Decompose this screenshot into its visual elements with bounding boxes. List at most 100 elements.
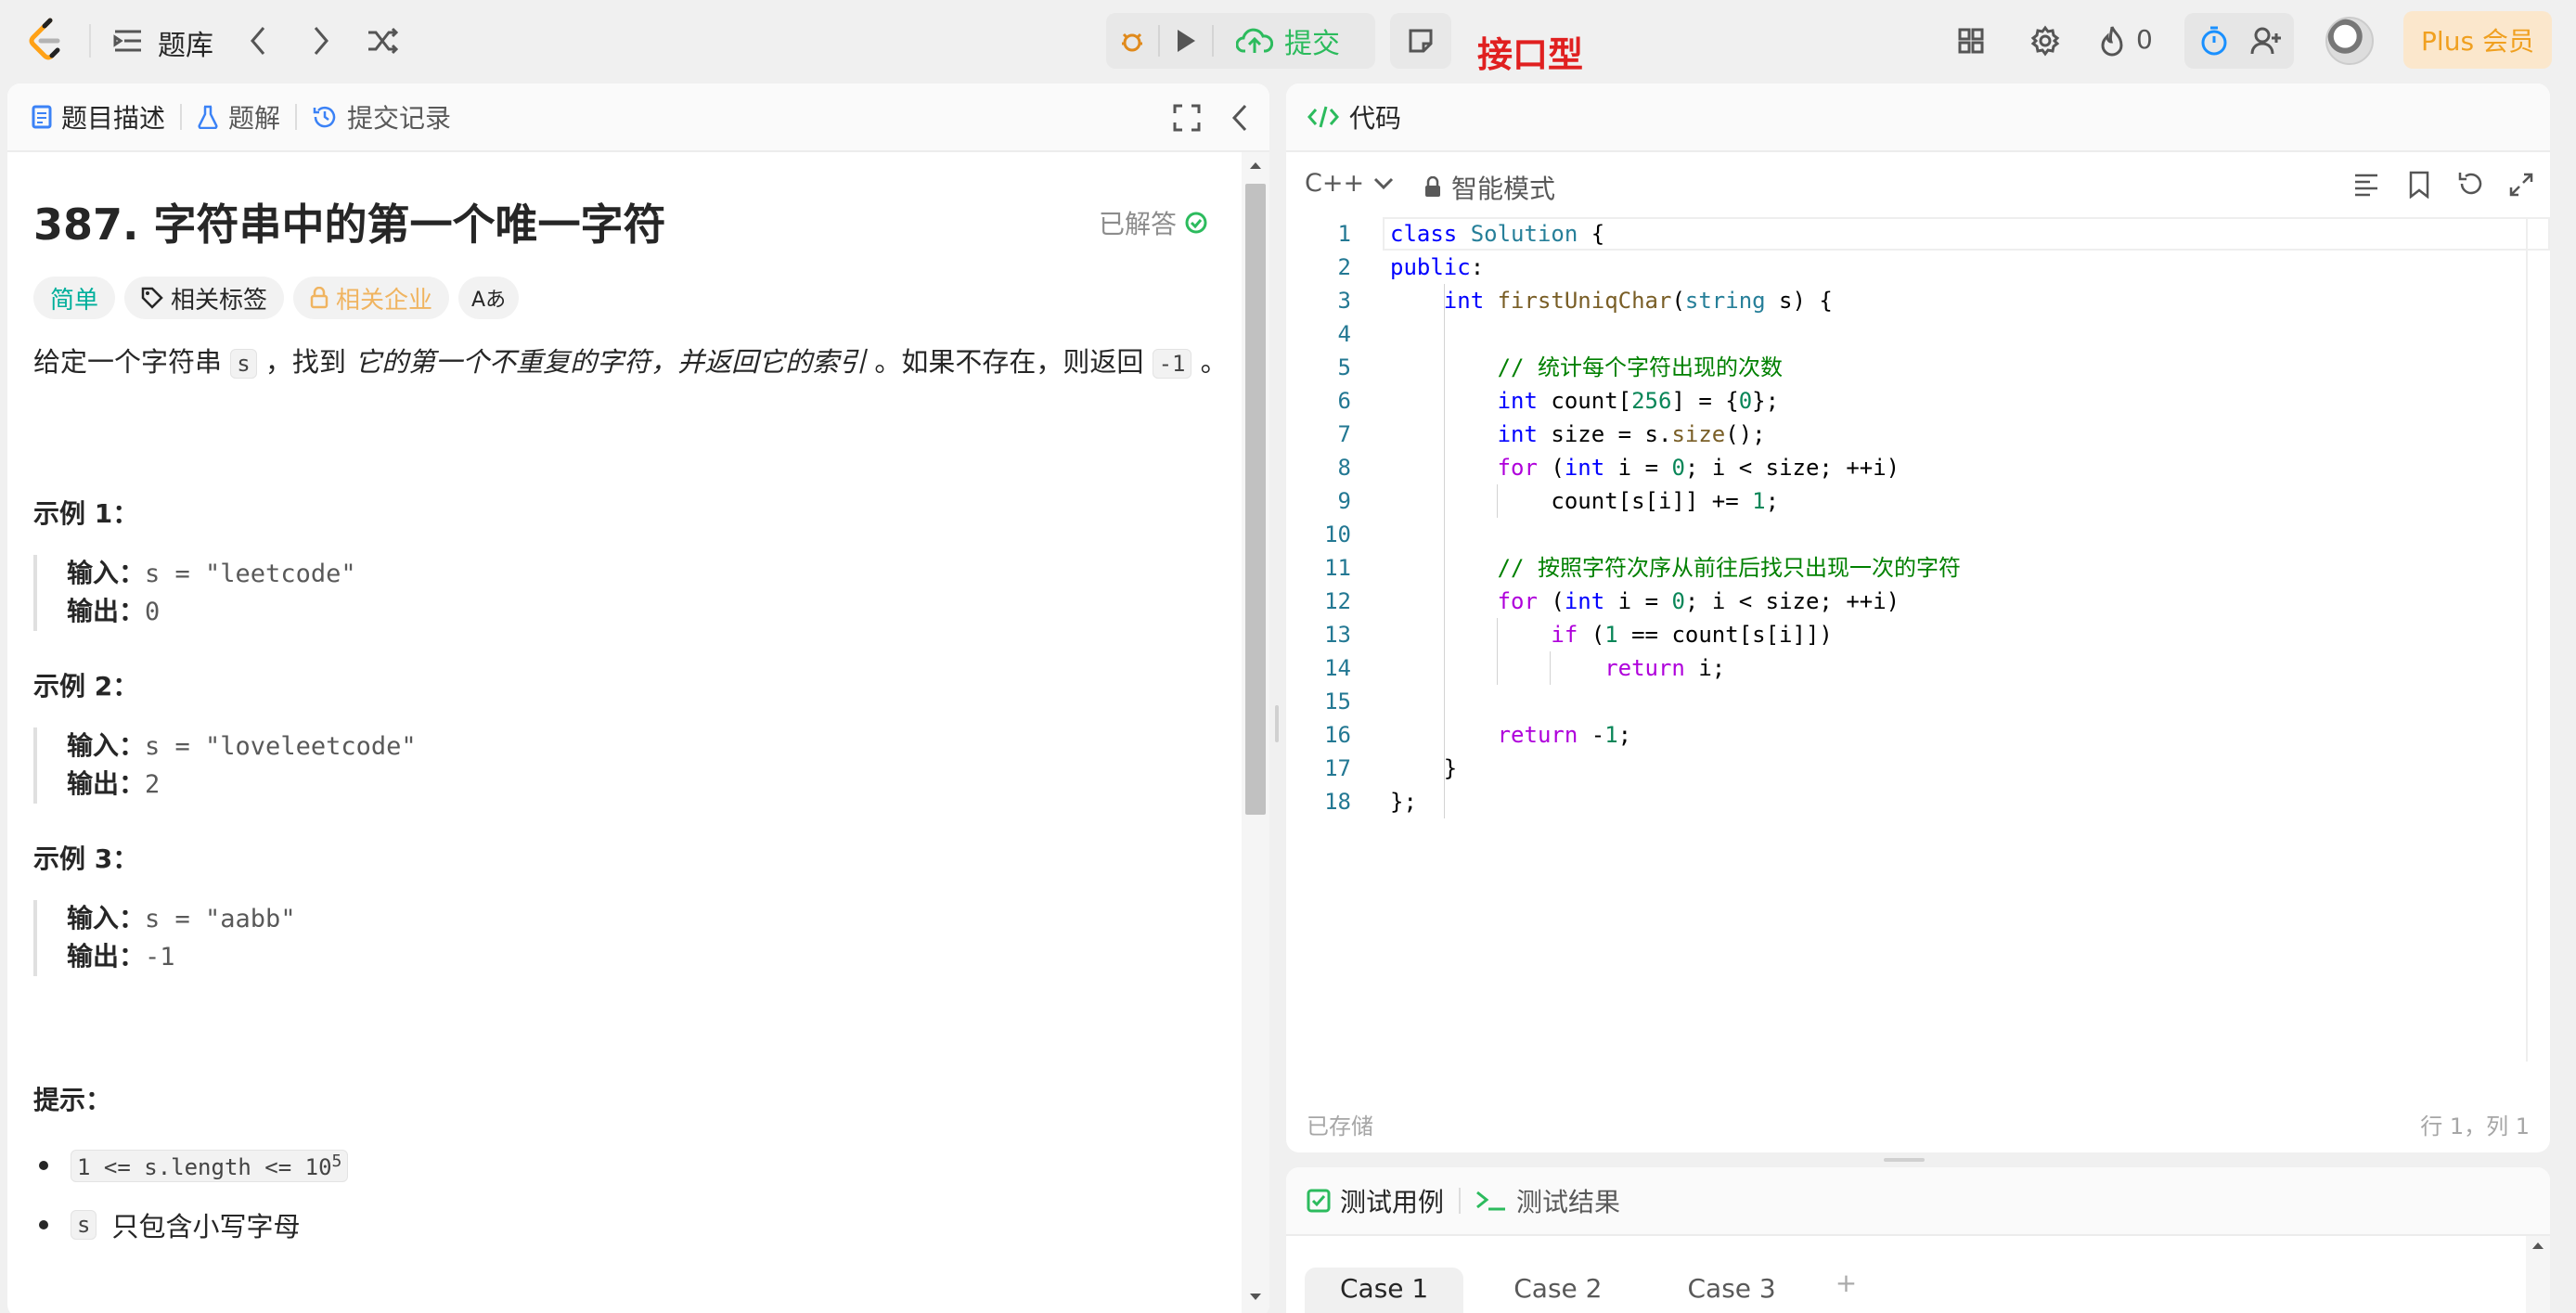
solved-label: 已解答 — [1099, 209, 1178, 239]
example-output: -1 — [145, 943, 175, 972]
smart-mode-toggle[interactable]: 智能模式 — [1423, 169, 1555, 206]
tab-solutions-label: 题解 — [228, 103, 281, 134]
code-scrollbar[interactable] — [2526, 217, 2550, 1062]
test-scrollbar[interactable] — [2526, 1236, 2550, 1313]
panel-resize-handle[interactable] — [1275, 705, 1279, 742]
case-tab[interactable]: Case 3 — [1653, 1268, 1811, 1313]
tab-submissions[interactable]: 提交记录 — [297, 98, 466, 135]
description-scrollbar[interactable] — [1242, 152, 1269, 1313]
translate-button[interactable]: Aあ — [458, 277, 520, 319]
add-user-icon[interactable] — [2246, 20, 2286, 61]
document-icon — [32, 105, 52, 129]
list-icon[interactable] — [108, 20, 148, 61]
panel-resize-handle[interactable] — [1884, 1158, 1925, 1162]
desc-text: 。如果不存在，则返回 — [866, 346, 1153, 378]
code-icon — [1307, 106, 1339, 128]
hints-title: 提示： — [33, 1085, 112, 1115]
example-output-label: 输出： — [67, 768, 146, 799]
gear-icon[interactable] — [2025, 20, 2066, 61]
problem-bank-link[interactable]: 题库 — [158, 22, 213, 63]
submit-button[interactable]: 提交 — [1214, 13, 1362, 69]
avatar[interactable] — [2325, 17, 2374, 65]
scroll-thumb[interactable] — [1245, 184, 1266, 815]
reset-icon[interactable] — [2457, 171, 2483, 197]
solved-status: 已解答 — [1099, 204, 1208, 241]
terminal-icon — [1476, 1191, 1506, 1211]
add-case-button[interactable]: + — [1826, 1268, 1866, 1313]
example-input-label: 输入： — [67, 558, 146, 588]
run-button[interactable] — [1160, 13, 1212, 69]
interface-type-label: 接口型 — [1477, 34, 1584, 75]
tab-test-result[interactable]: 测试结果 — [1461, 1182, 1635, 1219]
tab-testcases[interactable]: 测试用例 — [1286, 1182, 1459, 1219]
language-select[interactable]: C++ — [1305, 169, 1394, 198]
inline-code: 1 <= s.length <= 105 — [71, 1149, 349, 1182]
code-editor[interactable]: 1 class Solution { 2 public: 3 int firstUn… — [1286, 217, 2550, 1062]
smart-mode-label: 智能模式 — [1451, 174, 1556, 204]
note-icon — [1409, 29, 1433, 53]
lock-icon — [1425, 176, 1440, 197]
tab-solutions[interactable]: 题解 — [182, 98, 295, 135]
play-icon — [1178, 30, 1195, 52]
timer-icon[interactable] — [2194, 20, 2235, 61]
example-input-label: 输入： — [67, 730, 146, 761]
chevron-left-icon[interactable] — [238, 20, 278, 61]
description-panel: 题目描述 题解 提交记录 387. 字符串中的第一个唯一字符 已解答 简单 相关… — [7, 84, 1269, 1313]
format-icon[interactable] — [2353, 173, 2379, 197]
expand-icon[interactable] — [2509, 173, 2533, 197]
example-output: 2 — [145, 770, 161, 799]
inline-code: s — [230, 349, 257, 379]
case-tab[interactable]: Case 1 — [1305, 1268, 1464, 1313]
scroll-down-icon — [1250, 1294, 1261, 1300]
cloud-upload-icon — [1236, 28, 1273, 53]
example-output-label: 输出： — [67, 941, 146, 972]
chevron-right-icon[interactable] — [301, 20, 341, 61]
problem-description: 给定一个字符串 s ，找到 它的第一个不重复的字符，并返回它的索引 。如果不存在… — [33, 341, 1228, 384]
tag-row: 简单 相关标签 相关企业 Aあ — [33, 277, 520, 319]
leetcode-logo[interactable] — [26, 17, 67, 63]
lock-icon — [310, 287, 328, 309]
tab-test-result-label: 测试结果 — [1516, 1187, 1621, 1217]
inline-code: s — [71, 1210, 97, 1240]
debug-button[interactable] — [1106, 13, 1158, 69]
tab-code[interactable]: 代码 — [1286, 98, 1416, 135]
list-item: 1 <= s.length <= 105 — [33, 1136, 349, 1195]
topics-tag[interactable]: 相关标签 — [124, 277, 285, 319]
hint-text: 只包含小写字母 — [111, 1211, 301, 1242]
tab-code-label: 代码 — [1349, 103, 1402, 134]
description-panel-header: 题目描述 题解 提交记录 — [7, 84, 1269, 152]
tab-description[interactable]: 题目描述 — [7, 98, 180, 135]
layout-icon[interactable] — [1951, 20, 1991, 61]
inline-code: -1 — [1152, 349, 1192, 379]
note-button[interactable] — [1390, 13, 1451, 69]
fullscreen-icon[interactable] — [1173, 104, 1201, 132]
test-panel: 测试用例 测试结果 Case 1 Case 2 Case 3 + — [1286, 1167, 2550, 1313]
streak-count: 0 — [2136, 24, 2153, 55]
difficulty-badge[interactable]: 简单 — [33, 277, 116, 319]
flask-icon — [198, 105, 218, 129]
topics-tag-label: 相关标签 — [171, 286, 268, 315]
case-tab[interactable]: Case 2 — [1478, 1268, 1637, 1313]
code-panel: 代码 C++ 智能模式 1 class Solution { 2 public: 3… — [1286, 84, 2550, 1152]
language-label: C++ — [1305, 169, 1365, 198]
code-panel-header: 代码 — [1286, 84, 2550, 152]
submit-label: 提交 — [1284, 28, 1340, 60]
collapse-panel-icon[interactable] — [1230, 104, 1249, 132]
example-title: 示例 3： — [33, 843, 139, 874]
shuffle-icon[interactable] — [362, 20, 403, 61]
plus-member-button[interactable]: Plus 会员 — [2403, 11, 2552, 69]
fire-icon[interactable] — [2092, 20, 2132, 61]
bookmark-icon[interactable] — [2409, 171, 2429, 199]
companies-tag[interactable]: 相关企业 — [293, 277, 450, 319]
desc-emphasis: 它的第一个不重复的字符，并返回它的索引 — [354, 346, 867, 378]
run-submit-group: 提交 — [1106, 13, 1375, 69]
companies-tag-label: 相关企业 — [336, 286, 433, 315]
case-tabs: Case 1 Case 2 Case 3 + — [1305, 1268, 1866, 1313]
example-block: 输入：s = "loveleetcode" 输出：2 — [33, 727, 417, 804]
tab-description-label: 题目描述 — [61, 103, 166, 134]
check-circle-icon — [1185, 212, 1207, 234]
chevron-down-icon — [1374, 177, 1394, 189]
hint-list: 1 <= s.length <= 105 s 只包含小写字母 — [33, 1136, 349, 1255]
divider — [89, 24, 91, 58]
scroll-up-icon — [2532, 1242, 2544, 1249]
